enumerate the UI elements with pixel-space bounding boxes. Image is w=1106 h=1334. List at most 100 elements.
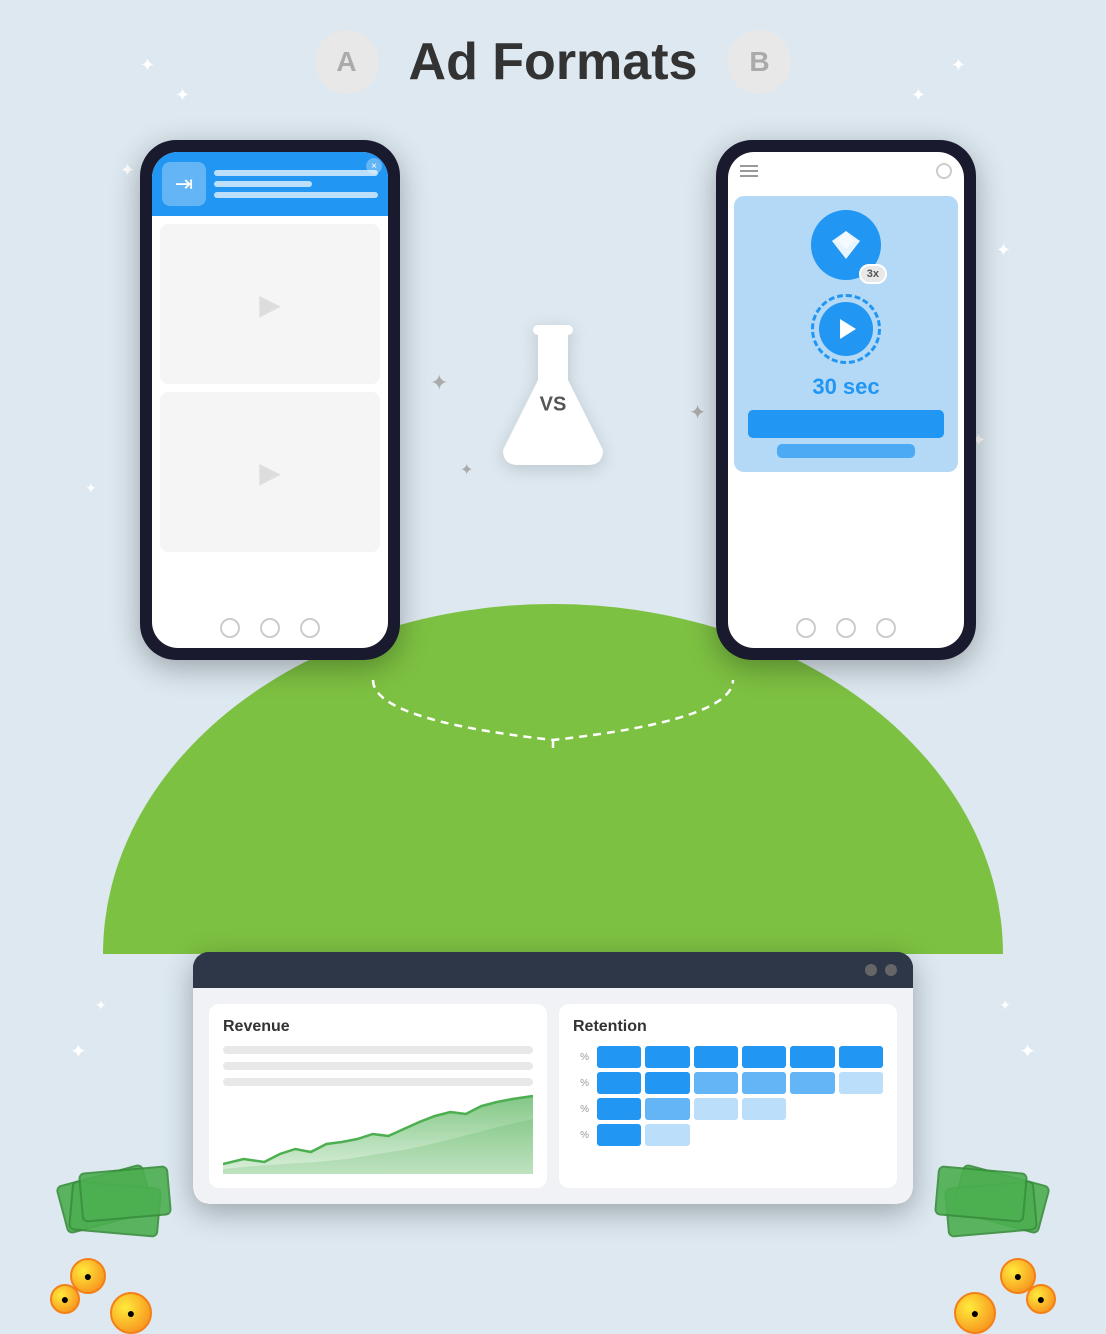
- content-block-2: ▶: [160, 392, 380, 552]
- phone-b-screen: 3x 30 sec: [728, 152, 964, 648]
- phone-a: ⇥ × ▶ ▶: [140, 140, 400, 660]
- diamond-icon: [828, 227, 864, 263]
- ret-cell-1-4: [742, 1046, 786, 1068]
- ret-cell-2-3: [694, 1072, 738, 1094]
- revenue-title: Revenue: [223, 1018, 533, 1036]
- ret-cell-2-1: [597, 1072, 641, 1094]
- sparkle-5: ✦: [120, 160, 135, 181]
- window-dot-2: [885, 964, 897, 976]
- ret-cell-3-2: [645, 1098, 689, 1120]
- ret-cell-2-6: [839, 1072, 883, 1094]
- sparkle-3: ✦: [951, 55, 966, 76]
- play-triangle-icon: [840, 319, 856, 339]
- ret-cell-4-4: [742, 1124, 786, 1146]
- ret-cell-2-5: [790, 1072, 834, 1094]
- dashboard-content: Revenue: [193, 988, 913, 1204]
- ret-cell-1-2: [645, 1046, 689, 1068]
- diamond-container: 3x: [811, 210, 881, 280]
- phone-b-topbar: [728, 152, 964, 190]
- sparkle-money-3: ✦: [999, 997, 1011, 1014]
- revenue-panel: Revenue: [209, 1004, 547, 1188]
- content-block-1: ▶: [160, 224, 380, 384]
- dashboard: Revenue: [193, 952, 913, 1204]
- revenue-line-1: [223, 1046, 533, 1054]
- revenue-line-3: [223, 1078, 533, 1086]
- ret-cell-4-6: [839, 1124, 883, 1146]
- phone-a-nav: [152, 618, 388, 638]
- topbar-dot: [936, 163, 952, 179]
- ret-cell-1-3: [694, 1046, 738, 1068]
- ret-label-3: %: [573, 1098, 593, 1120]
- bill-left-3: [78, 1165, 172, 1223]
- coin-left-3: ●: [50, 1284, 80, 1314]
- nav-dot-3: [300, 618, 320, 638]
- phone-b-nav: [728, 618, 964, 638]
- rewarded-ad: 3x 30 sec: [734, 196, 958, 472]
- ret-label-2: %: [573, 1072, 593, 1094]
- ret-cell-4-5: [790, 1124, 834, 1146]
- phone-b: 3x 30 sec: [716, 140, 976, 660]
- ret-cell-3-6: [839, 1098, 883, 1120]
- phone-b-container: 3x 30 sec: [716, 140, 976, 660]
- banner-lines: [214, 170, 378, 198]
- sparkle-flask-1: ✦: [430, 370, 448, 396]
- header: A Ad Formats B: [0, 30, 1106, 94]
- play-inner: [819, 302, 873, 356]
- timer-text: 30 sec: [812, 374, 879, 400]
- coin-right-2: ●: [954, 1292, 996, 1334]
- ad-bar-small: [777, 444, 914, 458]
- dashed-lines: [253, 670, 853, 750]
- ret-cell-4-2: [645, 1124, 689, 1146]
- sparkle-2: ✦: [175, 85, 190, 106]
- ret-cell-4-3: [694, 1124, 738, 1146]
- sparkle-flask-3: ✦: [689, 400, 706, 425]
- ret-cell-1-1: [597, 1046, 641, 1068]
- ret-cell-3-4: [742, 1098, 786, 1120]
- ret-cell-2-4: [742, 1072, 786, 1094]
- retention-title: Retention: [573, 1018, 883, 1036]
- nav-dot-b-3: [876, 618, 896, 638]
- badge-a: A: [315, 30, 379, 94]
- ad-bar-main: [748, 410, 944, 438]
- ret-label-4: %: [573, 1124, 593, 1146]
- ret-cell-3-3: [694, 1098, 738, 1120]
- sparkle-1: ✦: [140, 55, 155, 76]
- nav-dot-b-1: [796, 618, 816, 638]
- sparkle-money-1: ✦: [95, 997, 107, 1014]
- sparkle-money-4: ✦: [1019, 1039, 1036, 1064]
- dashboard-header: [193, 952, 913, 988]
- retention-grid: % % %: [573, 1046, 883, 1146]
- bill-right-3: [934, 1165, 1028, 1223]
- window-dot-1: [865, 964, 877, 976]
- sparkle-flask-2: ✦: [460, 460, 473, 480]
- ret-cell-4-1: [597, 1124, 641, 1146]
- revenue-line-2: [223, 1062, 533, 1070]
- nav-dot-2: [260, 618, 280, 638]
- page-title: Ad Formats: [409, 32, 698, 92]
- coin-right-3: ●: [1026, 1284, 1056, 1314]
- vs-label: VS: [540, 394, 567, 417]
- retention-panel: Retention % % %: [559, 1004, 897, 1188]
- phone-a-screen: ⇥ × ▶ ▶: [152, 152, 388, 648]
- banner-ad: ⇥ ×: [152, 152, 388, 216]
- banner-ad-icon: ⇥: [162, 162, 206, 206]
- flask-body: VS: [493, 320, 613, 475]
- ret-cell-3-1: [597, 1098, 641, 1120]
- ret-cell-2-2: [645, 1072, 689, 1094]
- multiplier-badge: 3x: [859, 264, 887, 284]
- sparkle-6: ✦: [996, 240, 1011, 261]
- banner-line-3: [214, 192, 378, 198]
- nav-dot-b-2: [836, 618, 856, 638]
- ret-label-1: %: [573, 1046, 593, 1068]
- revenue-chart: [223, 1094, 533, 1174]
- banner-close: ×: [366, 158, 382, 174]
- banner-line-1: [214, 170, 378, 176]
- vs-container: VS: [493, 320, 613, 475]
- sparkle-4: ✦: [911, 85, 926, 106]
- coin-left-2: ●: [110, 1292, 152, 1334]
- revenue-lines: [223, 1046, 533, 1086]
- sparkle-8: ✦: [85, 480, 97, 497]
- hamburger-icon: [740, 162, 758, 180]
- play-button-container: [811, 294, 881, 364]
- dashed-circle: [811, 294, 881, 364]
